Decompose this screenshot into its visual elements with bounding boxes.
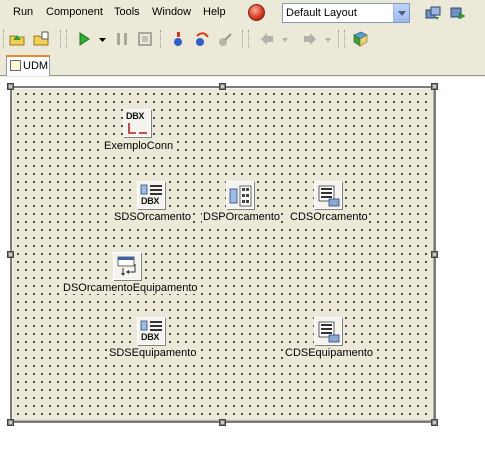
data-module-surface[interactable] [10, 86, 436, 423]
resize-handle-top[interactable] [219, 83, 226, 90]
add-to-project-icon[interactable] [33, 31, 49, 47]
globe-icon[interactable] [248, 4, 265, 21]
help-book-icon[interactable] [352, 31, 368, 47]
tab-udm[interactable]: UDM [6, 55, 50, 76]
resize-handle-right[interactable] [431, 251, 438, 258]
back-arrow-icon[interactable] [259, 31, 275, 47]
menu-window[interactable]: Window [152, 6, 191, 18]
save-desktop-icon[interactable] [425, 5, 441, 21]
back-dropdown-chevron-icon[interactable] [282, 38, 288, 42]
component-label: SDSEquipamento [108, 347, 198, 359]
dbx-label: DBX [141, 196, 160, 206]
component-label: DSOrcamentoEquipamento [62, 282, 199, 294]
step-over-icon[interactable] [194, 31, 210, 47]
menu-bar: Run Component Tools Window Help Default … [0, 0, 485, 26]
client-dataset-icon [314, 181, 342, 209]
run-dropdown-chevron-icon[interactable] [99, 38, 106, 43]
set-debug-desktop-icon[interactable] [450, 5, 466, 21]
toolbar-separator [338, 30, 340, 48]
run-icon[interactable] [76, 31, 92, 47]
tab-udm-label: UDM [23, 60, 49, 72]
toolbar-grip[interactable] [3, 30, 6, 48]
menu-tools[interactable]: Tools [114, 6, 140, 18]
toolbar-grip[interactable] [66, 30, 69, 48]
designer-workspace: DBX ExemploConn DBX SDSOrcamento DSPOrca… [0, 77, 485, 461]
sql-dataset-icon: DBX [137, 181, 165, 209]
trace-into-icon[interactable] [170, 31, 186, 47]
toolbar-separator [60, 30, 62, 48]
component-label: SDSOrcamento [113, 211, 193, 223]
component-label: CDSOrcamento [289, 211, 369, 223]
resize-handle-top-left[interactable] [7, 83, 14, 90]
designer-tab-strip: UDM [0, 53, 485, 76]
desktop-layout-value: Default Layout [286, 7, 357, 19]
dbx-connection-icon: DBX [123, 109, 151, 137]
menu-help[interactable]: Help [203, 6, 226, 18]
resize-handle-bottom[interactable] [219, 419, 226, 426]
stop-icon[interactable] [137, 31, 153, 47]
client-dataset-icon [314, 317, 342, 345]
sql-dataset-icon: DBX [137, 317, 165, 345]
component-label: ExemploConn [103, 140, 175, 152]
dbx-label: DBX [126, 111, 145, 121]
forward-arrow-icon[interactable] [302, 31, 318, 47]
resize-handle-left[interactable] [7, 251, 14, 258]
toolbar-separator [242, 30, 244, 48]
resize-handle-bottom-right[interactable] [431, 419, 438, 426]
toolbar [0, 26, 485, 52]
resize-handle-bottom-left[interactable] [7, 419, 14, 426]
menu-component[interactable]: Component [46, 6, 103, 18]
toolbar-grip[interactable] [344, 30, 347, 48]
menu-run[interactable]: Run [13, 6, 33, 18]
toolbar-grip[interactable] [248, 30, 251, 48]
datasource-icon [113, 252, 141, 280]
component-label: DSPOrcamento [202, 211, 282, 223]
forward-dropdown-chevron-icon[interactable] [325, 38, 331, 42]
unit-file-icon [10, 60, 21, 71]
pause-icon[interactable] [114, 31, 130, 47]
dataset-provider-icon [226, 181, 254, 209]
desktop-layout-select[interactable]: Default Layout [282, 3, 410, 23]
toolbar-separator [160, 30, 162, 48]
chevron-down-icon[interactable] [393, 4, 409, 22]
dbx-label: DBX [141, 332, 160, 342]
run-to-cursor-icon[interactable] [217, 31, 233, 47]
component-label: CDSEquipamento [284, 347, 375, 359]
open-project-icon[interactable] [9, 31, 25, 47]
resize-handle-top-right[interactable] [431, 83, 438, 90]
